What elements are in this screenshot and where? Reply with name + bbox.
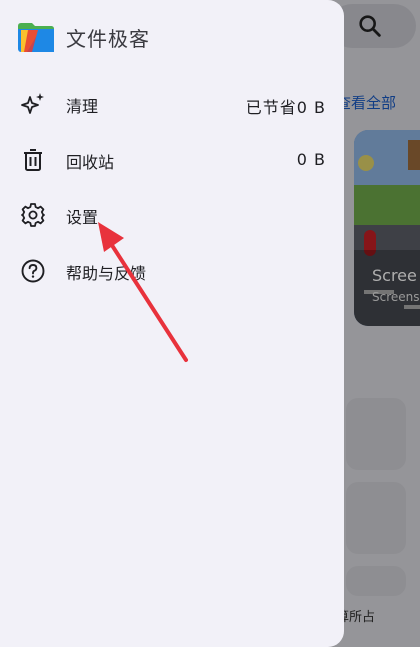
drawer-item-trash[interactable]: 回收站 0 B bbox=[0, 134, 344, 186]
trash-icon bbox=[24, 149, 42, 171]
sparkle-icon bbox=[21, 93, 44, 114]
drawer-item-clean[interactable]: 清理 已节省0 B bbox=[0, 78, 344, 130]
drawer-item-label: 清理 bbox=[66, 97, 99, 116]
drawer-item-label: 回收站 bbox=[66, 153, 115, 172]
help-circle-icon bbox=[21, 259, 45, 283]
annotation-arrow-icon bbox=[98, 222, 188, 362]
app-title: 文件极客 bbox=[66, 27, 150, 51]
screen: 查看全部 Scree Screens 算所占 文件极客 清理 已节省0 B 回收… bbox=[0, 0, 420, 647]
trash-size-value: 0 B bbox=[296, 150, 326, 169]
saved-space-value: 已节省0 B bbox=[245, 98, 326, 117]
files-app-logo bbox=[18, 23, 54, 52]
gear-icon bbox=[21, 203, 45, 227]
drawer-header: 文件极客 bbox=[0, 0, 344, 76]
